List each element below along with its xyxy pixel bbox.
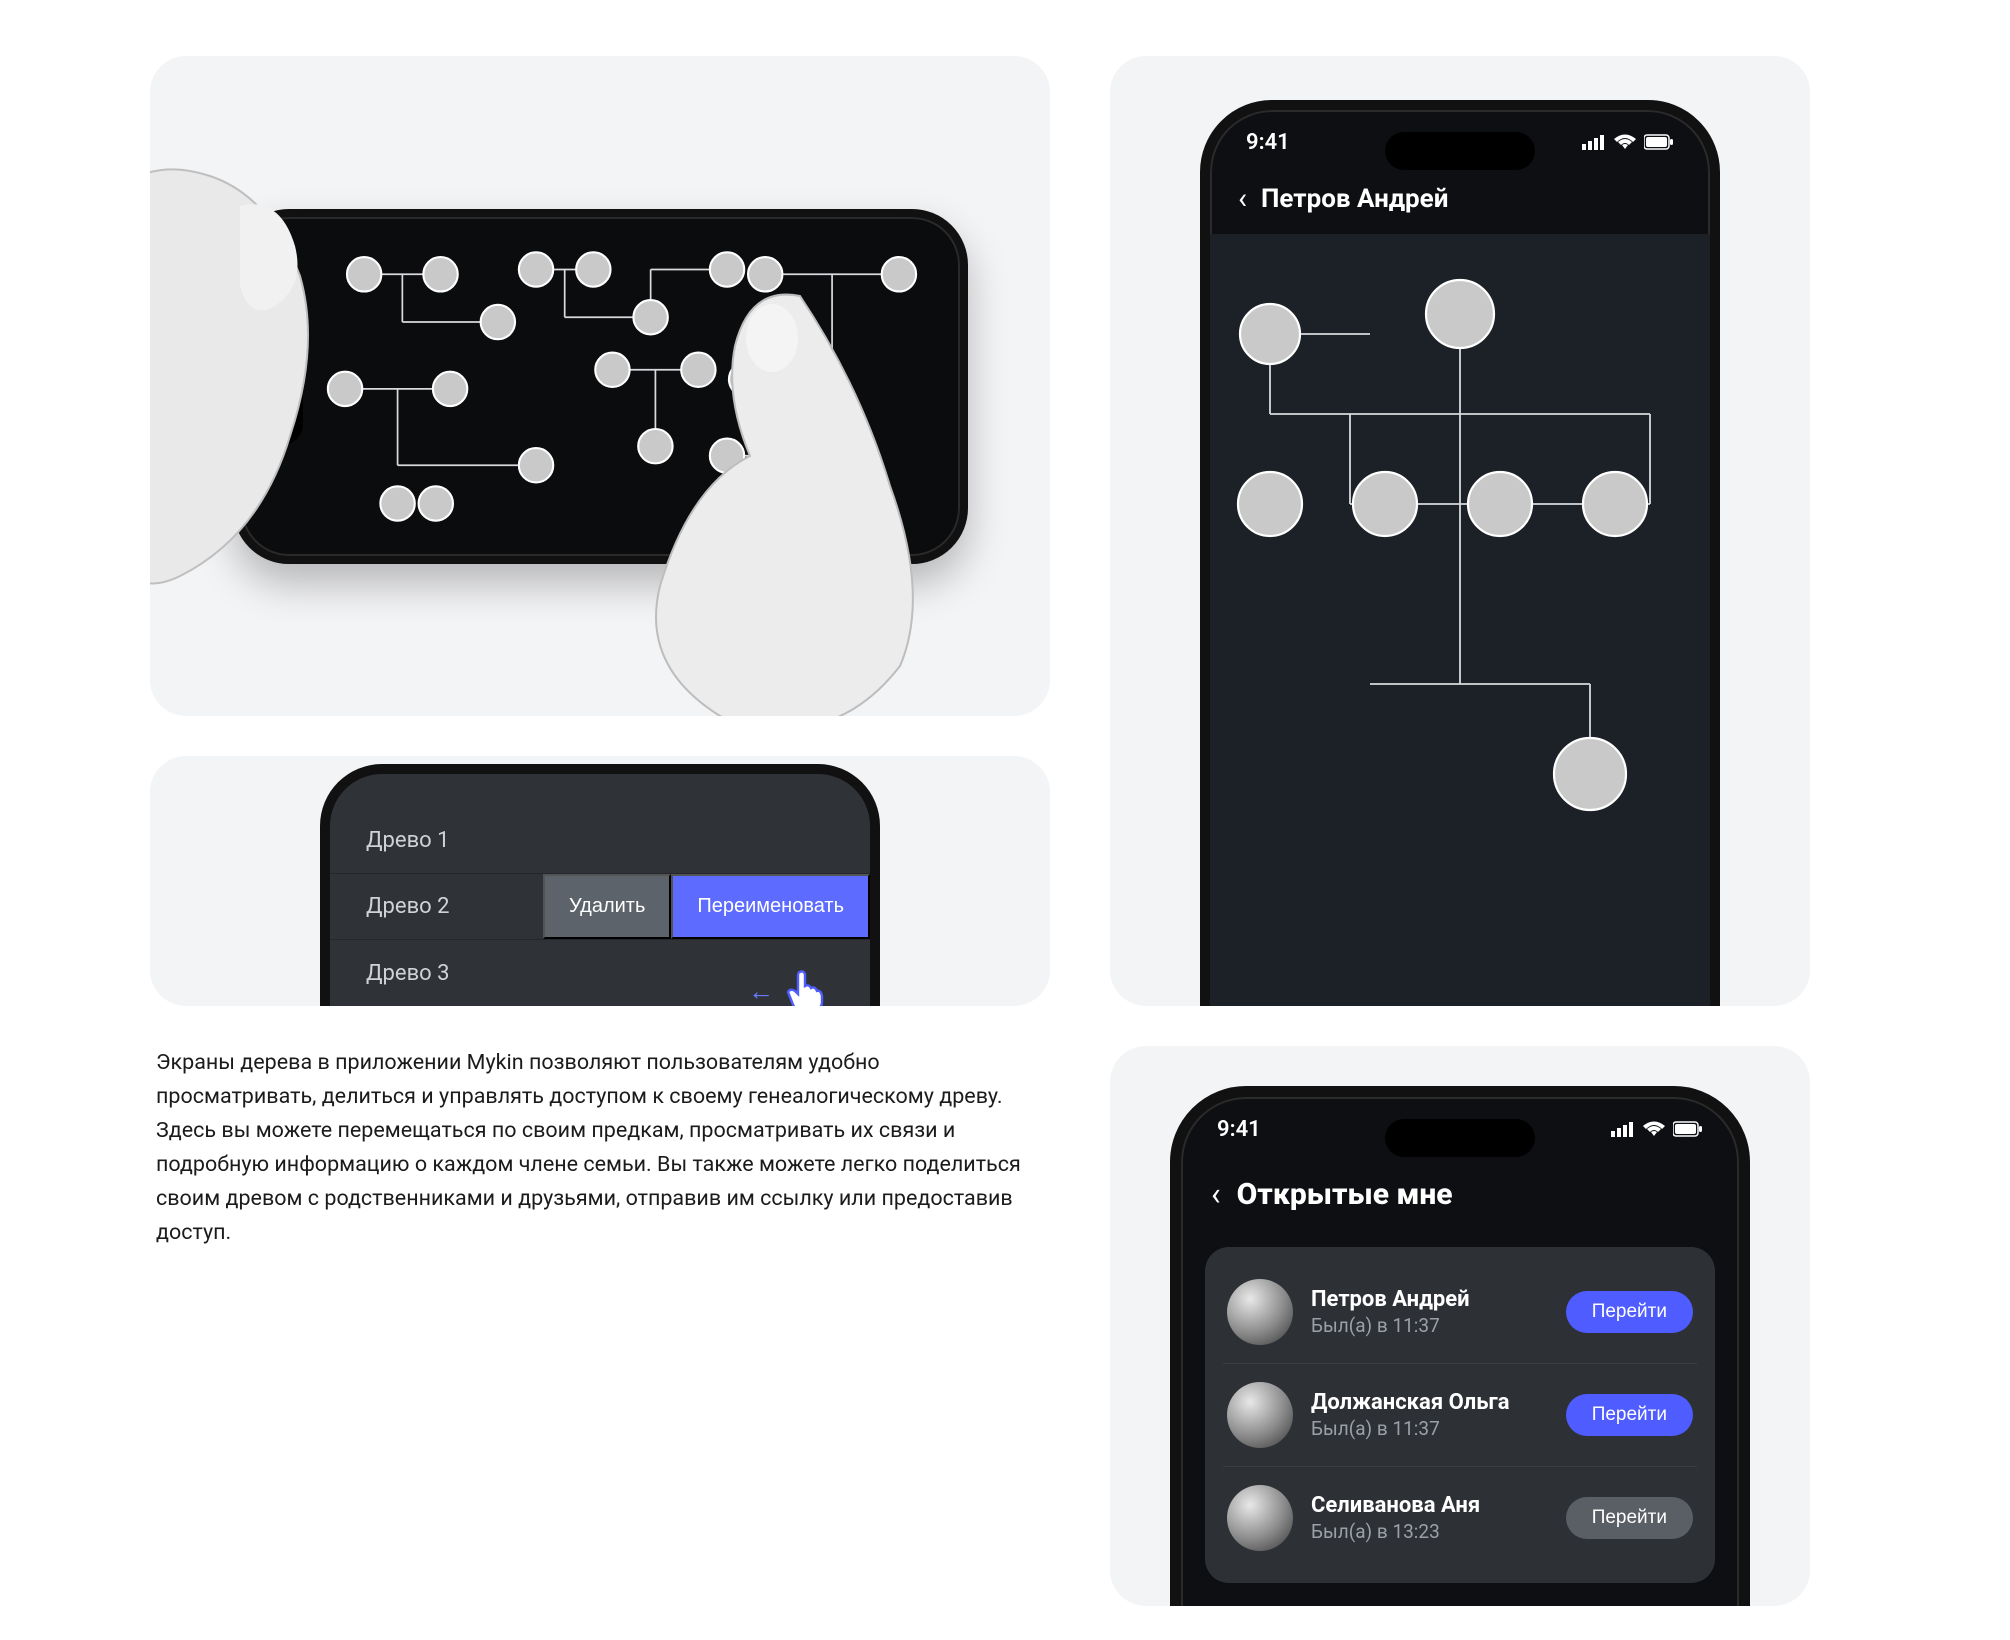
open-button[interactable]: Перейти <box>1566 1497 1693 1539</box>
tree-nodes[interactable] <box>327 252 915 520</box>
arrow-left-icon: ← <box>748 976 774 1007</box>
tree-list-label: Древо 2 <box>330 894 543 919</box>
screen-title: Петров Андрей <box>1261 184 1448 214</box>
swipe-actions: Удалить Переименовать <box>543 874 870 939</box>
screen-title: Открытые мне <box>1237 1177 1453 1212</box>
tree-list-row[interactable]: Древо 2 Удалить Переименовать <box>330 874 870 940</box>
tree-nodes <box>1238 280 1647 810</box>
tree-list-row[interactable]: Древо 1 <box>330 808 870 874</box>
feature-description: Экраны дерева в приложении Mykin позволя… <box>150 1046 1030 1606</box>
battery-icon <box>1644 134 1674 150</box>
status-time: 9:41 <box>1217 1117 1261 1142</box>
panel-landscape-tree <box>150 56 1050 716</box>
avatar <box>1227 1485 1293 1551</box>
battery-icon <box>1673 1121 1703 1137</box>
swipe-hint: ← <box>748 966 826 1006</box>
avatar <box>1227 1279 1293 1345</box>
phone-shared-list: 9:41 ‹ Открытые мне Петров Андрей Был(а)… <box>1170 1086 1750 1606</box>
contact-name: Должанская Ольга <box>1311 1390 1548 1415</box>
contact-name: Селиванова Аня <box>1311 1493 1548 1518</box>
contact-status: Был(а) в 11:37 <box>1311 1314 1548 1337</box>
tree-list-row[interactable]: Древо 3 ← <box>330 940 870 1006</box>
status-icons <box>1582 134 1674 150</box>
dynamic-island <box>1385 1119 1535 1157</box>
family-tree-canvas[interactable] <box>1210 234 1710 1006</box>
dynamic-island <box>1385 132 1535 170</box>
phone-swipe-list: Древо 1 Древо 2 Удалить Переименовать Др… <box>320 764 880 1006</box>
contact-status: Был(а) в 13:23 <box>1311 1520 1548 1543</box>
status-time: 9:41 <box>1246 130 1290 155</box>
contact-status: Был(а) в 11:37 <box>1311 1417 1548 1440</box>
wifi-icon <box>1614 134 1636 150</box>
screen-header: ‹ Петров Андрей <box>1210 174 1710 234</box>
panel-swipe-list: Древо 1 Древо 2 Удалить Переименовать Др… <box>150 756 1050 1006</box>
shared-list-item[interactable]: Петров Андрей Был(а) в 11:37 Перейти <box>1223 1261 1697 1363</box>
back-icon[interactable]: ‹ <box>1211 1175 1221 1213</box>
avatar <box>1227 1382 1293 1448</box>
contact-name: Петров Андрей <box>1311 1287 1548 1312</box>
status-icons <box>1611 1121 1703 1137</box>
rename-button[interactable]: Переименовать <box>671 874 870 939</box>
delete-button[interactable]: Удалить <box>543 874 671 939</box>
pointer-hand-icon <box>780 966 826 1006</box>
panel-shared-list: 9:41 ‹ Открытые мне Петров Андрей Был(а)… <box>1110 1046 1810 1606</box>
phone-portrait-tree: 9:41 ‹ Петров Андрей <box>1200 100 1720 1006</box>
shared-list: Петров Андрей Был(а) в 11:37 Перейти Дол… <box>1205 1247 1715 1583</box>
open-button[interactable]: Перейти <box>1566 1291 1693 1333</box>
panel-portrait-tree: 9:41 ‹ Петров Андрей <box>1110 56 1810 1006</box>
cellular-icon <box>1611 1121 1635 1137</box>
shared-list-item[interactable]: Селиванова Аня Был(а) в 13:23 Перейти <box>1223 1466 1697 1569</box>
family-tree-canvas[interactable] <box>241 217 960 556</box>
phone-landscape <box>233 209 968 564</box>
back-icon[interactable]: ‹ <box>1238 184 1247 214</box>
shared-list-item[interactable]: Должанская Ольга Был(а) в 11:37 Перейти <box>1223 1363 1697 1466</box>
screen-header: ‹ Открытые мне <box>1181 1161 1739 1231</box>
cellular-icon <box>1582 134 1606 150</box>
open-button[interactable]: Перейти <box>1566 1394 1693 1436</box>
wifi-icon <box>1643 1121 1665 1137</box>
tree-list-label: Древо 1 <box>330 828 870 853</box>
